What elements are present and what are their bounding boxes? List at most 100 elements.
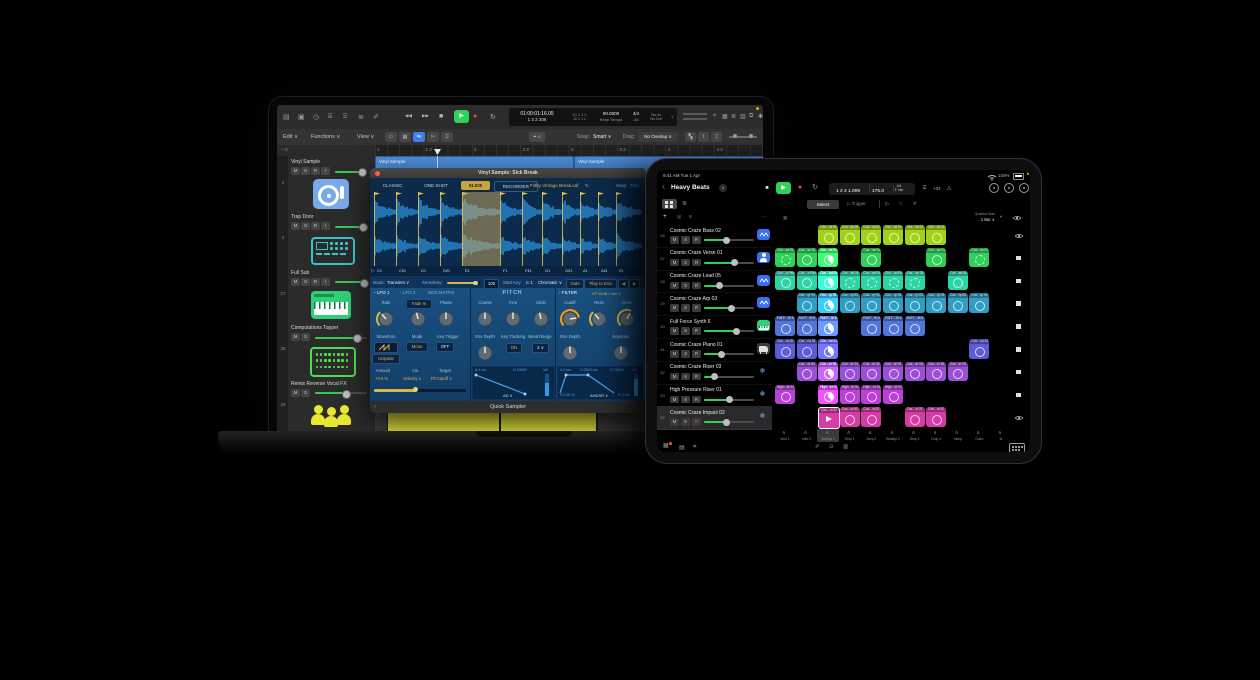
- scene-trigger[interactable]: ∧Drop 3: [904, 429, 926, 442]
- lfo-amount-handle[interactable]: [413, 387, 418, 392]
- amount-value[interactable]: +0.6 %: [375, 376, 388, 381]
- loop-cell[interactable]: Full F…th 6: [883, 316, 903, 336]
- fit-icon[interactable]: ▦: [722, 113, 728, 120]
- tool-button-2[interactable]: ⇆: [413, 132, 425, 142]
- key-mode-value[interactable]: Chromatic ∨: [538, 280, 562, 286]
- loop-cell[interactable]: Cos…se 01: [969, 248, 989, 268]
- loop-cell[interactable]: Cos…rp 03: [818, 293, 838, 313]
- slice-marker-line[interactable]: [562, 192, 563, 266]
- track-r-button[interactable]: R: [692, 259, 701, 267]
- volume-knob[interactable]: [723, 419, 730, 426]
- filter-title[interactable]: ◦ FILTER: [559, 290, 577, 295]
- rewind-button[interactable]: ◀◀: [405, 113, 412, 119]
- loop-cell[interactable]: Cos…ad 05: [948, 271, 968, 291]
- count-in-icon[interactable]: ⍗: [923, 185, 926, 192]
- scene-trigger[interactable]: ∧Vamp: [947, 429, 969, 442]
- mod-matrix-tab[interactable]: MOD MATRIX: [428, 290, 454, 295]
- reso-knob[interactable]: [588, 308, 610, 330]
- track-r-button[interactable]: R: [692, 327, 701, 335]
- loop-cell[interactable]: Cos…ss 02: [818, 225, 838, 245]
- cycle-button[interactable]: ↻: [809, 182, 821, 194]
- track-r-button[interactable]: R: [692, 396, 701, 404]
- loop-cell[interactable]: Cos…rp 03: [948, 293, 968, 313]
- loop-cell[interactable]: Cos…no 01: [969, 339, 989, 359]
- loop-cell[interactable]: Cos…ad 05: [883, 271, 903, 291]
- cell-stop-button[interactable]: [1016, 347, 1021, 352]
- mode-mono-button[interactable]: Mono: [406, 342, 428, 352]
- loop-cell[interactable]: Cos…ss 02: [861, 225, 881, 245]
- lcd-display[interactable]: 1 2 4 1.009175.04/4F min: [829, 183, 915, 195]
- pencil-icon[interactable]: ✐: [373, 113, 379, 121]
- loop-cell[interactable]: Cos…er 03: [948, 362, 968, 382]
- filter-env-display[interactable]: A 0 msH 2503 msD 10000VelS 0.00 %AHDSR ∨…: [557, 366, 643, 400]
- editors-icon[interactable]: ⌻: [343, 113, 347, 121]
- track-s-button[interactable]: S: [681, 418, 690, 426]
- track-s-button[interactable]: S: [681, 373, 690, 381]
- stop-button[interactable]: ■: [439, 113, 443, 120]
- track-r-button[interactable]: R: [692, 373, 701, 381]
- keyboard-icon[interactable]: [1009, 443, 1025, 452]
- loop-cell[interactable]: Cos…ad 05: [818, 271, 838, 291]
- loop-cell[interactable]: High…er 01: [840, 385, 860, 405]
- tool-button-0[interactable]: ▭: [385, 132, 397, 142]
- loop-cell[interactable]: Cos…a Pad: [775, 271, 795, 291]
- track-i-button[interactable]: I: [321, 167, 330, 175]
- slice-marker-line[interactable]: [374, 192, 375, 266]
- track-m-button[interactable]: M: [670, 259, 679, 267]
- loop-cell[interactable]: Cos…rp 03: [861, 293, 881, 313]
- slice-marker-line[interactable]: [462, 192, 463, 266]
- loop-cell[interactable]: High…er 01: [818, 385, 838, 405]
- track-row[interactable]: 28Cosmic Craze Lead 05MSR: [657, 270, 772, 294]
- browsers-icon[interactable]: ▥: [740, 113, 746, 120]
- loop-cell[interactable]: Cos…rp 03: [969, 293, 989, 313]
- title-menu-button[interactable]: ∨: [719, 184, 727, 192]
- edit-tool-2[interactable]: ⌶: [711, 132, 722, 142]
- track-row[interactable]: 33High Pressure Riser 01MSR❄: [657, 384, 772, 408]
- loop-cell[interactable]: Cos…se 01: [926, 248, 946, 268]
- loop-cell[interactable]: High…er 01: [775, 385, 795, 405]
- loop-cell[interactable]: Cos…se 01: [818, 248, 838, 268]
- slice-marker-line[interactable]: [396, 192, 397, 266]
- coarse-knob[interactable]: [474, 308, 496, 330]
- cell-stop-button[interactable]: [1016, 370, 1021, 375]
- loop-cell[interactable]: Cos…rp 03: [883, 293, 903, 313]
- track-i-button[interactable]: I: [321, 222, 330, 230]
- volume-knob[interactable]: [728, 305, 735, 312]
- phase-knob[interactable]: [435, 308, 457, 330]
- scene-trigger[interactable]: ∧Buildup 2: [882, 429, 904, 442]
- zoom-slider-dot[interactable]: [733, 134, 737, 138]
- cutoff-knob[interactable]: [559, 308, 581, 330]
- track-r-button[interactable]: R: [692, 236, 701, 244]
- play-to-end-button[interactable]: Play to End: [584, 279, 617, 289]
- track-m-button[interactable]: M: [291, 278, 300, 286]
- pitch-env-mode[interactable]: AD ∨: [503, 393, 513, 398]
- loop-cell[interactable]: Cos…ad 05: [840, 271, 860, 291]
- track-m-button[interactable]: M: [291, 167, 300, 175]
- pitch-env-depth-knob[interactable]: [474, 342, 496, 364]
- track-row[interactable]: 30Full Force Synth 6MSR: [657, 315, 772, 339]
- loop-cell[interactable]: Cos…ss 02: [905, 225, 925, 245]
- track-m-button[interactable]: M: [670, 282, 679, 290]
- loop-cell[interactable]: Cos…ss 02: [840, 225, 860, 245]
- eye-icon[interactable]: [1014, 233, 1024, 239]
- filter-env-depth-knob[interactable]: [559, 342, 581, 364]
- play-from-icon[interactable]: I▷: [885, 201, 890, 207]
- volume-knob[interactable]: [726, 396, 733, 403]
- gate-button[interactable]: Gate: [566, 279, 584, 289]
- slice-marker-line[interactable]: [500, 192, 501, 266]
- track-r-button[interactable]: R: [692, 418, 701, 426]
- loop-cell[interactable]: Cos…er 03: [883, 362, 903, 382]
- volume-knob[interactable]: [711, 373, 718, 380]
- track-s-button[interactable]: S: [301, 389, 310, 397]
- apple-loops-icon[interactable]: ✱: [758, 113, 763, 120]
- volume-knob[interactable]: [731, 259, 738, 266]
- waveform-display[interactable]: [370, 192, 646, 266]
- track-header[interactable]: 28Computations TopperMS: [277, 322, 375, 378]
- globe-icon[interactable]: ◐: [1000, 214, 1003, 220]
- slice-marker-line[interactable]: [580, 192, 581, 266]
- pointer-tool-menu[interactable]: ⌖ ∨: [529, 132, 545, 142]
- track-r-button[interactable]: R: [311, 222, 320, 230]
- drag-value[interactable]: No Overlap ∨: [638, 132, 678, 142]
- scene-trigger[interactable]: ∧Intro 2: [796, 429, 818, 442]
- volume-knob[interactable]: [358, 168, 367, 177]
